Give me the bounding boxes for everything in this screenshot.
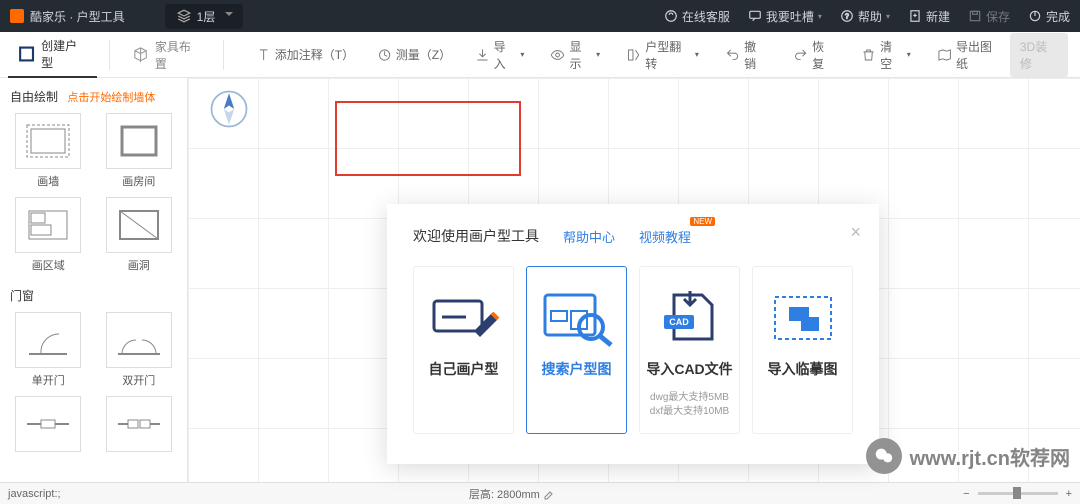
flip-icon	[626, 47, 641, 63]
canvas-area[interactable]: 欢迎使用画户型工具 帮助中心 视频教程 NEW × 自己画户型 搜索户	[188, 78, 1080, 482]
tool-annotate[interactable]: 添加注释（T）	[248, 46, 359, 63]
question-icon: ?	[840, 9, 854, 23]
floor-height[interactable]: 层高: 2800mm	[469, 486, 555, 502]
cube-icon	[132, 46, 149, 64]
btn-3d-decorate[interactable]: 3D装修	[1010, 33, 1068, 77]
sb-more-2[interactable]	[101, 396, 178, 452]
chevron-down-icon: ▾	[818, 12, 822, 21]
brand-text: 酷家乐 · 户型工具	[30, 8, 125, 25]
trash-icon	[861, 47, 876, 63]
tool-import[interactable]: 导入▾	[467, 38, 533, 72]
brand: 酷家乐 · 户型工具	[10, 8, 125, 25]
search-plan-icon	[537, 287, 617, 347]
sb-draw-area[interactable]: 画区域	[10, 197, 87, 273]
status-bar: javascript:; 层高: 2800mm − +	[0, 482, 1080, 504]
card-draw-yourself[interactable]: 自己画户型	[413, 266, 514, 434]
sb-draw-room[interactable]: 画房间	[101, 113, 178, 189]
compass-icon[interactable]	[208, 88, 250, 130]
chevron-down-icon: ▾	[886, 12, 890, 21]
import-icon	[475, 47, 490, 63]
zoom-slider[interactable]	[978, 492, 1058, 495]
new-badge: NEW	[690, 217, 715, 226]
comment-icon	[748, 9, 762, 23]
floor-value: 1层	[197, 8, 216, 25]
save-icon	[968, 9, 982, 23]
link-video-tutorial[interactable]: 视频教程 NEW	[639, 227, 691, 246]
floor-select[interactable]: 1层	[165, 4, 244, 29]
redo-icon	[793, 47, 808, 63]
sb-more-1[interactable]	[10, 396, 87, 452]
hole-icon	[114, 205, 164, 245]
feedback[interactable]: 我要吐槽 ▾	[748, 8, 822, 25]
link-help-center[interactable]: 帮助中心	[563, 227, 615, 246]
svg-text:CAD: CAD	[669, 317, 689, 327]
tool-export[interactable]: 导出图纸	[929, 38, 1010, 72]
customer-service[interactable]: 在线客服	[664, 8, 730, 25]
wall-icon	[23, 121, 73, 161]
cad-sub: dwg最大支持5MB dxf最大支持10MB	[650, 391, 729, 419]
left-sidebar: 自由绘制 点击开始绘制墙体 画墙 画房间 画区域 画洞	[0, 78, 188, 482]
sb-single-door[interactable]: 单开门	[10, 312, 87, 388]
close-icon[interactable]: ×	[850, 222, 861, 243]
cad-file-icon: CAD	[650, 287, 730, 347]
headset-icon	[664, 9, 678, 23]
pencil-plan-icon	[424, 287, 504, 347]
trace-icon	[763, 287, 843, 347]
sb-double-door[interactable]: 双开门	[101, 312, 178, 388]
welcome-modal: 欢迎使用画户型工具 帮助中心 视频教程 NEW × 自己画户型 搜索户	[387, 204, 879, 464]
layers-icon	[177, 9, 191, 23]
zoom-in-icon[interactable]: +	[1066, 488, 1072, 500]
text-icon	[256, 47, 271, 63]
logo-icon	[10, 9, 24, 23]
card-import-trace[interactable]: 导入临摹图	[752, 266, 853, 434]
tool-display[interactable]: 显示▾	[542, 38, 608, 72]
map-icon	[937, 47, 952, 63]
slot-icon	[23, 404, 73, 444]
app-header: 酷家乐 · 户型工具 1层 在线客服 我要吐槽 ▾ ? 帮助 ▾ 新建 保存 完…	[0, 0, 1080, 32]
sb-draw-wall[interactable]: 画墙	[10, 113, 87, 189]
tab-create-plan[interactable]: 创建户型	[8, 32, 97, 78]
single-door-icon	[23, 320, 73, 360]
slot2-icon	[114, 404, 164, 444]
edit-icon	[543, 489, 555, 501]
sb-draw-hole[interactable]: 画洞	[101, 197, 178, 273]
card-search-plan[interactable]: 搜索户型图	[526, 266, 627, 434]
card-import-cad[interactable]: CAD 导入CAD文件 dwg最大支持5MB dxf最大支持10MB	[639, 266, 740, 434]
modal-title: 欢迎使用画户型工具	[413, 226, 539, 246]
help-menu[interactable]: ? 帮助 ▾	[840, 8, 890, 25]
zoom-control[interactable]: − +	[963, 488, 1072, 500]
zoom-out-icon[interactable]: −	[963, 488, 969, 500]
new-file[interactable]: 新建	[908, 8, 950, 25]
area-icon	[23, 205, 73, 245]
tab-furniture[interactable]: 家具布置	[122, 32, 211, 78]
group-free-draw: 自由绘制 点击开始绘制墙体	[10, 88, 177, 105]
eye-icon	[550, 47, 565, 63]
plus-file-icon	[908, 9, 922, 23]
ruler-icon	[377, 47, 392, 63]
done[interactable]: 完成	[1028, 8, 1070, 25]
double-door-icon	[114, 320, 164, 360]
svg-text:?: ?	[845, 13, 849, 20]
tool-undo[interactable]: 撤销	[717, 38, 775, 72]
floorplan-icon	[18, 45, 35, 63]
toolbar: 创建户型 家具布置 添加注释（T） 测量（Z） 导入▾ 显示▾ 户型翻转▾	[0, 32, 1080, 78]
wechat-icon	[866, 438, 902, 474]
room-icon	[114, 121, 164, 161]
undo-icon	[725, 47, 740, 63]
tool-clear[interactable]: 清空▾	[853, 38, 919, 72]
tool-flip[interactable]: 户型翻转▾	[618, 38, 707, 72]
status-js: javascript:;	[8, 488, 61, 500]
power-icon	[1028, 9, 1042, 23]
save-file[interactable]: 保存	[968, 8, 1010, 25]
tool-measure[interactable]: 测量（Z）	[369, 46, 457, 63]
tool-redo[interactable]: 恢复	[785, 38, 843, 72]
group-doors: 门窗	[10, 287, 177, 304]
watermark: www.rjt.cn软荐网	[866, 438, 1070, 474]
